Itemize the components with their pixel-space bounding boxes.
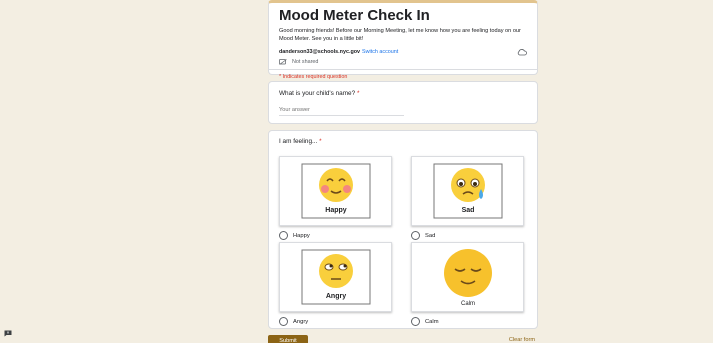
angry-emoji-image: Angry xyxy=(279,242,392,312)
required-note: * Indicates required question xyxy=(279,74,348,80)
calm-caption: Calm xyxy=(460,301,474,307)
form-column: Mood Meter Check In Good morning friends… xyxy=(268,0,538,343)
option-sad[interactable]: Sad Sad xyxy=(411,156,524,240)
not-shared-icon xyxy=(279,58,287,65)
option-label: Calm xyxy=(425,318,439,325)
happy-caption: Happy xyxy=(325,207,347,214)
clear-form-button[interactable]: Clear form xyxy=(509,337,535,343)
form-actions: Submit Clear form xyxy=(268,335,538,343)
not-shared-row: Not shared xyxy=(279,57,527,66)
radio-happy[interactable] xyxy=(279,231,288,240)
calm-emoji-image: Calm xyxy=(411,242,524,312)
option-label: Happy xyxy=(293,232,310,239)
account-email: danderson33@schools.nyc.gov xyxy=(279,49,361,55)
account-row: danderson33@schools.nyc.gov Switch accou… xyxy=(279,48,527,56)
angry-caption: Angry xyxy=(325,293,345,300)
happy-emoji-image: Happy xyxy=(279,156,392,226)
option-calm[interactable]: Calm Calm xyxy=(411,242,524,326)
sad-emoji-image: Sad xyxy=(411,156,524,226)
calm-emoji-icon: Calm xyxy=(443,249,492,307)
option-angry[interactable]: Angry Angry xyxy=(279,242,392,326)
option-label: Angry xyxy=(293,318,309,325)
option-row[interactable]: Sad xyxy=(411,231,524,240)
cloud-save-icon xyxy=(517,48,527,55)
option-label: Sad xyxy=(425,232,436,239)
submit-button[interactable]: Submit xyxy=(268,335,308,343)
option-row[interactable]: Happy xyxy=(279,231,392,240)
question-card-feeling: I am feeling... * Happy Happy Sad Sad An… xyxy=(268,130,538,329)
question-title: I am feeling... * xyxy=(279,138,527,146)
question-text: What is your child's name? xyxy=(279,90,356,97)
radio-angry[interactable] xyxy=(279,317,288,326)
form-description: Good morning friends! Before our Morning… xyxy=(279,28,521,42)
header-divider xyxy=(269,69,537,70)
not-shared-label: Not shared xyxy=(292,58,319,65)
sad-emoji-icon: Sad xyxy=(433,163,502,219)
happy-emoji-icon: Happy xyxy=(301,163,370,219)
angry-emoji-icon: Angry xyxy=(301,249,370,305)
child-name-input[interactable] xyxy=(279,107,404,116)
form-header-card: Mood Meter Check In Good morning friends… xyxy=(268,0,538,80)
option-row[interactable]: Angry xyxy=(279,317,392,326)
sad-caption: Sad xyxy=(461,207,474,214)
option-row[interactable]: Calm xyxy=(411,317,524,326)
required-asterisk: * xyxy=(319,138,322,145)
form-title: Mood Meter Check In xyxy=(279,7,430,24)
question-title: What is your child's name? * xyxy=(279,90,527,98)
switch-account-link[interactable]: Switch account xyxy=(362,49,398,55)
required-asterisk: * xyxy=(356,90,360,97)
radio-sad[interactable] xyxy=(411,231,420,240)
radio-calm[interactable] xyxy=(411,317,420,326)
question-text: I am feeling... xyxy=(279,138,318,145)
option-happy[interactable]: Happy Happy xyxy=(279,156,392,240)
feedback-icon[interactable] xyxy=(4,330,12,337)
question-card-child-name: What is your child's name? * xyxy=(268,81,538,124)
